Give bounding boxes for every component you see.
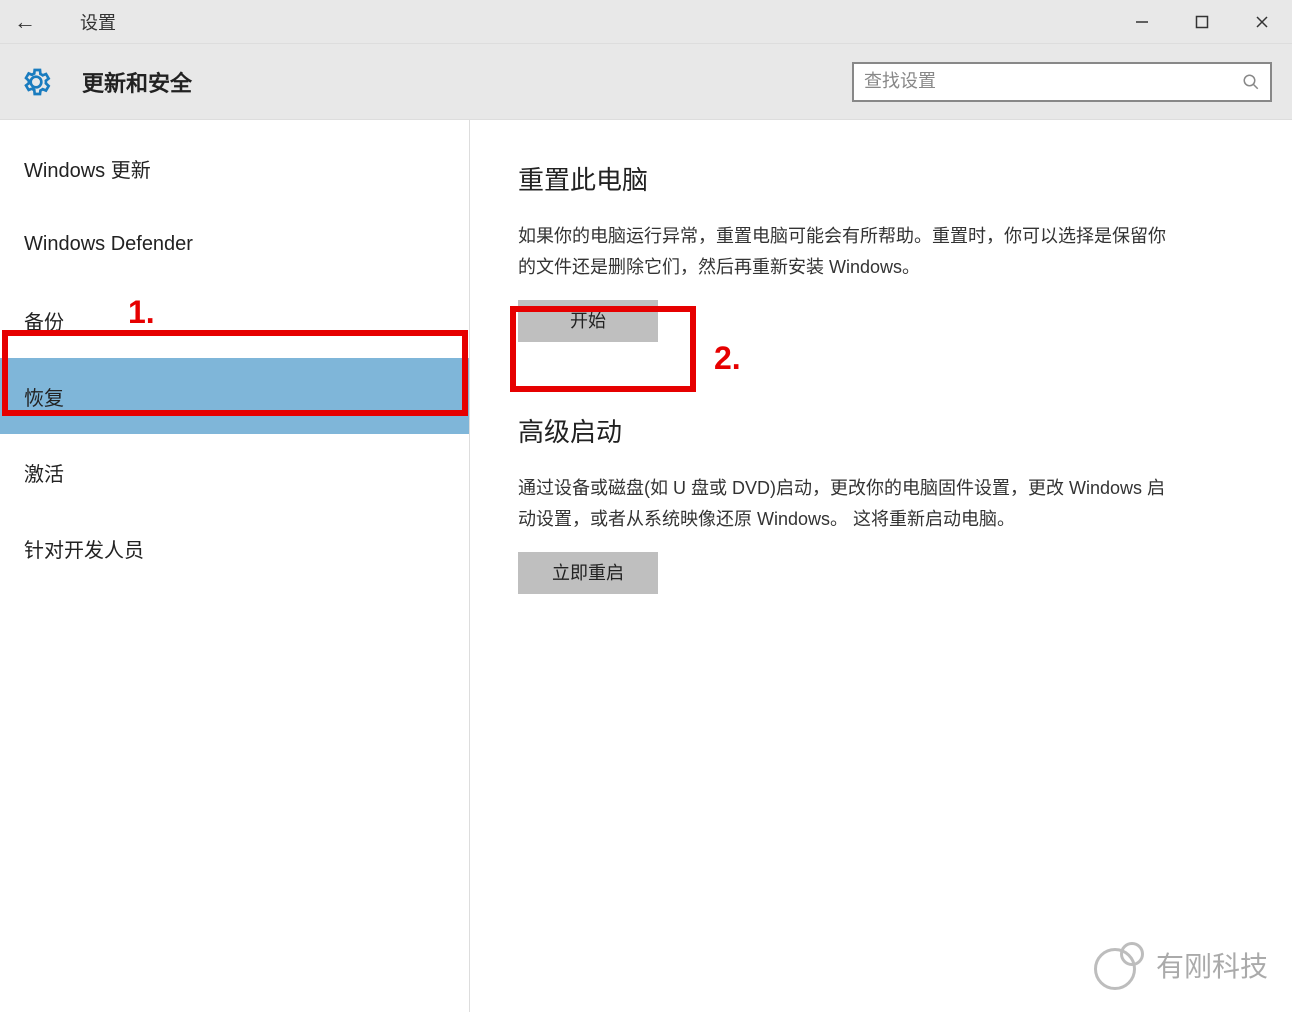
wechat-icon [1094, 942, 1140, 988]
watermark-text: 有刚科技 [1156, 945, 1268, 985]
maximize-button[interactable] [1172, 0, 1232, 44]
advanced-startup-section: 高级启动 通过设备或磁盘(如 U 盘或 DVD)启动，更改你的电脑固件设置，更改… [518, 412, 1244, 594]
reset-pc-title: 重置此电脑 [518, 160, 1244, 197]
sidebar-item-backup[interactable]: 备份 [0, 282, 469, 358]
restart-now-button[interactable]: 立即重启 [518, 552, 658, 594]
settings-sidebar: Windows 更新 Windows Defender 备份 恢复 激活 针对开… [0, 120, 470, 1012]
search-box[interactable] [852, 62, 1272, 102]
sidebar-item-recovery[interactable]: 恢复 [0, 358, 469, 434]
sidebar-item-label: 备份 [24, 306, 64, 335]
advanced-startup-description: 通过设备或磁盘(如 U 盘或 DVD)启动，更改你的电脑固件设置，更改 Wind… [518, 473, 1178, 534]
back-button[interactable]: ← [0, 9, 50, 35]
sidebar-item-label: Windows Defender [24, 233, 193, 256]
search-icon [1242, 73, 1260, 91]
watermark: 有刚科技 [1094, 942, 1268, 988]
page-heading: 更新和安全 [82, 66, 192, 98]
sidebar-item-label: Windows 更新 [24, 154, 151, 183]
close-button[interactable] [1232, 0, 1292, 44]
sidebar-item-windows-defender[interactable]: Windows Defender [0, 206, 469, 282]
search-input[interactable] [864, 71, 1242, 92]
close-icon [1255, 15, 1269, 29]
sidebar-item-label: 激活 [24, 458, 64, 487]
sidebar-item-activation[interactable]: 激活 [0, 434, 469, 510]
sidebar-item-windows-update[interactable]: Windows 更新 [0, 130, 469, 206]
sidebar-item-label: 恢复 [24, 382, 64, 411]
reset-pc-description: 如果你的电脑运行异常，重置电脑可能会有所帮助。重置时，你可以选择是保留你的文件还… [518, 221, 1178, 282]
minimize-button[interactable] [1112, 0, 1172, 44]
back-arrow-icon: ← [14, 9, 36, 34]
gear-icon [20, 66, 52, 98]
window-titlebar: ← 设置 [0, 0, 1292, 44]
content-pane: 重置此电脑 如果你的电脑运行异常，重置电脑可能会有所帮助。重置时，你可以选择是保… [470, 120, 1292, 1012]
minimize-icon [1135, 15, 1149, 29]
window-title: 设置 [80, 9, 116, 35]
advanced-startup-title: 高级启动 [518, 412, 1244, 449]
reset-pc-start-button[interactable]: 开始 [518, 300, 658, 342]
reset-pc-section: 重置此电脑 如果你的电脑运行异常，重置电脑可能会有所帮助。重置时，你可以选择是保… [518, 160, 1244, 342]
sidebar-item-for-developers[interactable]: 针对开发人员 [0, 510, 469, 586]
maximize-icon [1195, 15, 1209, 29]
sidebar-item-label: 针对开发人员 [24, 534, 144, 563]
settings-header: 更新和安全 [0, 44, 1292, 120]
